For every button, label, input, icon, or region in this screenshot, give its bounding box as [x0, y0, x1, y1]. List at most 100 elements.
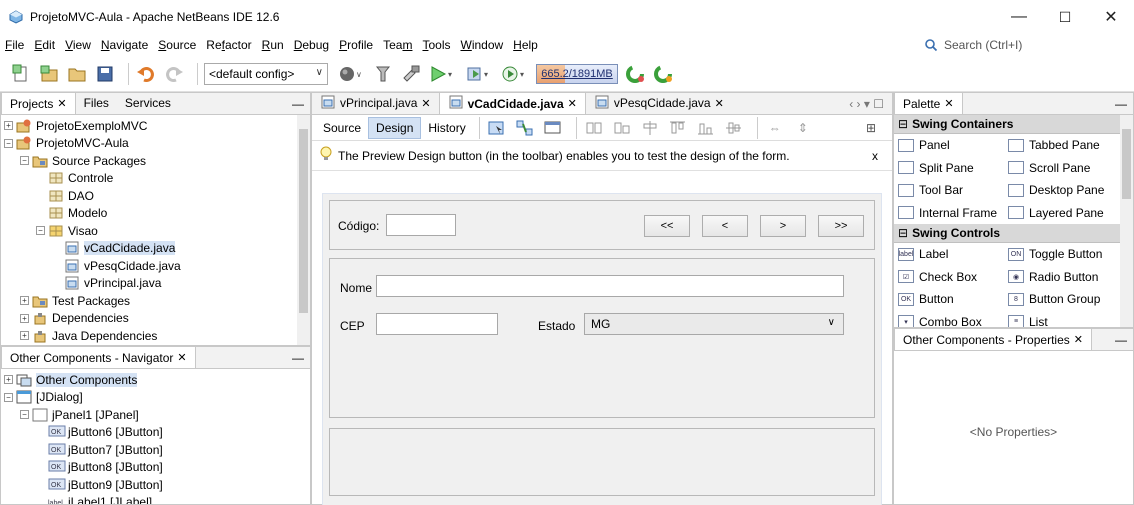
- align-left-icon[interactable]: [583, 117, 605, 139]
- tree-item[interactable]: vPrincipal.java: [1, 275, 310, 293]
- menu-tools[interactable]: Tools: [417, 38, 455, 52]
- tab-navigator[interactable]: Other Components - Navigator ✕: [1, 347, 196, 368]
- align-right-icon[interactable]: [611, 117, 633, 139]
- collapse-icon[interactable]: −: [4, 138, 13, 148]
- close-icon[interactable]: ✕: [1074, 333, 1083, 346]
- tab-palette[interactable]: Palette ✕: [894, 93, 963, 114]
- close-info-button[interactable]: x: [872, 149, 878, 163]
- tree-item[interactable]: + ProjetoExemploMVC: [1, 117, 310, 135]
- tree-item[interactable]: Modelo: [1, 205, 310, 223]
- palette-item[interactable]: Internal Frame: [894, 202, 1004, 225]
- menu-help[interactable]: Help: [508, 38, 543, 52]
- config-select[interactable]: <default config> ∨: [204, 62, 328, 85]
- clean-build-icon[interactable]: [372, 63, 394, 85]
- palette-item[interactable]: Desktop Pane: [1004, 179, 1114, 202]
- profile-icon[interactable]: ▾: [500, 63, 530, 85]
- globe-icon[interactable]: ∨: [336, 63, 366, 85]
- resize-vertical-icon[interactable]: ⇕: [792, 117, 814, 139]
- fields-panel[interactable]: Nome CEP Estado MG ∨: [329, 258, 875, 418]
- collapse-icon[interactable]: ⊟: [898, 117, 908, 131]
- connection-mode-icon[interactable]: [514, 117, 536, 139]
- editor-nav-arrows[interactable]: ‹ › ▾ ☐: [849, 97, 884, 111]
- tree-item[interactable]: OK jButton9 [JButton]: [1, 476, 310, 494]
- close-icon[interactable]: ✕: [57, 97, 66, 110]
- collapse-icon[interactable]: −: [20, 410, 29, 420]
- palette-item[interactable]: Tool Bar: [894, 179, 1004, 202]
- tree-item[interactable]: Controle: [1, 170, 310, 188]
- nav-panel[interactable]: Código: << < > >>: [329, 200, 875, 250]
- tree-item[interactable]: − Visao: [1, 222, 310, 240]
- tree-item[interactable]: + Dependencies: [1, 310, 310, 328]
- palette-section-header[interactable]: ⊟ Swing Controls: [894, 224, 1120, 243]
- palette-item[interactable]: Split Pane: [894, 157, 1004, 180]
- collapse-icon[interactable]: −: [36, 226, 45, 236]
- nome-field[interactable]: [376, 275, 844, 297]
- menu-navigate[interactable]: Navigate: [96, 38, 153, 52]
- menu-file[interactable]: File: [0, 38, 29, 52]
- minimize-panel-icon[interactable]: —: [292, 351, 304, 365]
- palette-item[interactable]: OK Button: [894, 288, 1004, 311]
- open-project-icon[interactable]: [66, 63, 88, 85]
- estado-combo[interactable]: MG ∨: [584, 313, 844, 335]
- collapse-icon[interactable]: ⊟: [898, 226, 908, 240]
- editor-tab[interactable]: vPrincipal.java ✕: [312, 92, 439, 114]
- palette-item[interactable]: ON Toggle Button: [1004, 243, 1114, 266]
- maximize-button[interactable]: ☐: [1042, 0, 1088, 34]
- menu-run[interactable]: Run: [257, 38, 289, 52]
- tab-files[interactable]: Files: [76, 93, 117, 114]
- align-bottom-icon[interactable]: [695, 117, 717, 139]
- tree-item[interactable]: OK jButton6 [JButton]: [1, 424, 310, 442]
- palette-item[interactable]: Layered Pane: [1004, 202, 1114, 225]
- palette-item[interactable]: ☑ Check Box: [894, 266, 1004, 289]
- palette-section-header[interactable]: ⊟ Swing Containers: [894, 115, 1120, 134]
- menu-profile[interactable]: Profile: [334, 38, 378, 52]
- expand-icon[interactable]: +: [20, 331, 29, 341]
- collapse-icon[interactable]: −: [4, 392, 13, 402]
- expand-icon[interactable]: +: [20, 313, 29, 323]
- scroll-thumb[interactable]: [299, 129, 308, 313]
- tree-item[interactable]: OK jButton7 [JButton]: [1, 441, 310, 459]
- tree-item[interactable]: DAO: [1, 187, 310, 205]
- close-button[interactable]: ✕: [1088, 0, 1134, 34]
- tab-properties[interactable]: Other Components - Properties ✕: [894, 329, 1092, 350]
- codigo-field[interactable]: [386, 214, 456, 236]
- tree-item[interactable]: − [JDialog]: [1, 389, 310, 407]
- new-file-icon[interactable]: [10, 63, 32, 85]
- palette-scrollbar[interactable]: [1120, 115, 1133, 327]
- tab-design[interactable]: Design: [368, 116, 422, 139]
- close-icon[interactable]: ✕: [421, 97, 430, 110]
- minimize-button[interactable]: —: [996, 0, 1042, 34]
- preview-design-icon[interactable]: [542, 117, 564, 139]
- cep-field[interactable]: [376, 313, 498, 335]
- new-project-icon[interactable]: [38, 63, 60, 85]
- tree-item[interactable]: − jPanel1 [JPanel]: [1, 406, 310, 424]
- search-box[interactable]: Search (Ctrl+I): [924, 34, 1134, 56]
- menu-source[interactable]: Source: [153, 38, 201, 52]
- palette-item[interactable]: 8 Button Group: [1004, 288, 1114, 311]
- tree-item[interactable]: vPesqCidade.java: [1, 257, 310, 275]
- palette-item[interactable]: Scroll Pane: [1004, 157, 1114, 180]
- editor-tab[interactable]: vPesqCidade.java ✕: [586, 92, 732, 114]
- tab-services[interactable]: Services: [117, 93, 179, 114]
- resize-horizontal-icon[interactable]: ⇔: [764, 117, 786, 139]
- close-icon[interactable]: ✕: [944, 97, 953, 110]
- memory-bar[interactable]: 665.2/1891MB: [536, 63, 618, 84]
- menu-refactor[interactable]: Refactor: [201, 38, 256, 52]
- save-all-icon[interactable]: [94, 63, 116, 85]
- projects-scrollbar[interactable]: [297, 115, 310, 345]
- next-button[interactable]: >: [760, 215, 806, 237]
- minimize-panel-icon[interactable]: —: [1115, 97, 1127, 111]
- profile-startup-icon[interactable]: [652, 63, 674, 85]
- center-horizontally-icon[interactable]: [639, 117, 661, 139]
- tree-item[interactable]: + Other Components: [1, 371, 310, 389]
- menu-view[interactable]: View: [60, 38, 96, 52]
- tree-item[interactable]: + Test Packages: [1, 292, 310, 310]
- prev-button[interactable]: <: [702, 215, 748, 237]
- expand-icon[interactable]: +: [4, 121, 13, 131]
- last-button[interactable]: >>: [818, 215, 864, 237]
- collapse-icon[interactable]: −: [20, 156, 29, 166]
- minimize-panel-icon[interactable]: —: [292, 97, 304, 111]
- tab-history[interactable]: History: [421, 118, 472, 138]
- palette-item[interactable]: ≡ List: [1004, 311, 1114, 327]
- tree-item[interactable]: OK jButton8 [JButton]: [1, 459, 310, 477]
